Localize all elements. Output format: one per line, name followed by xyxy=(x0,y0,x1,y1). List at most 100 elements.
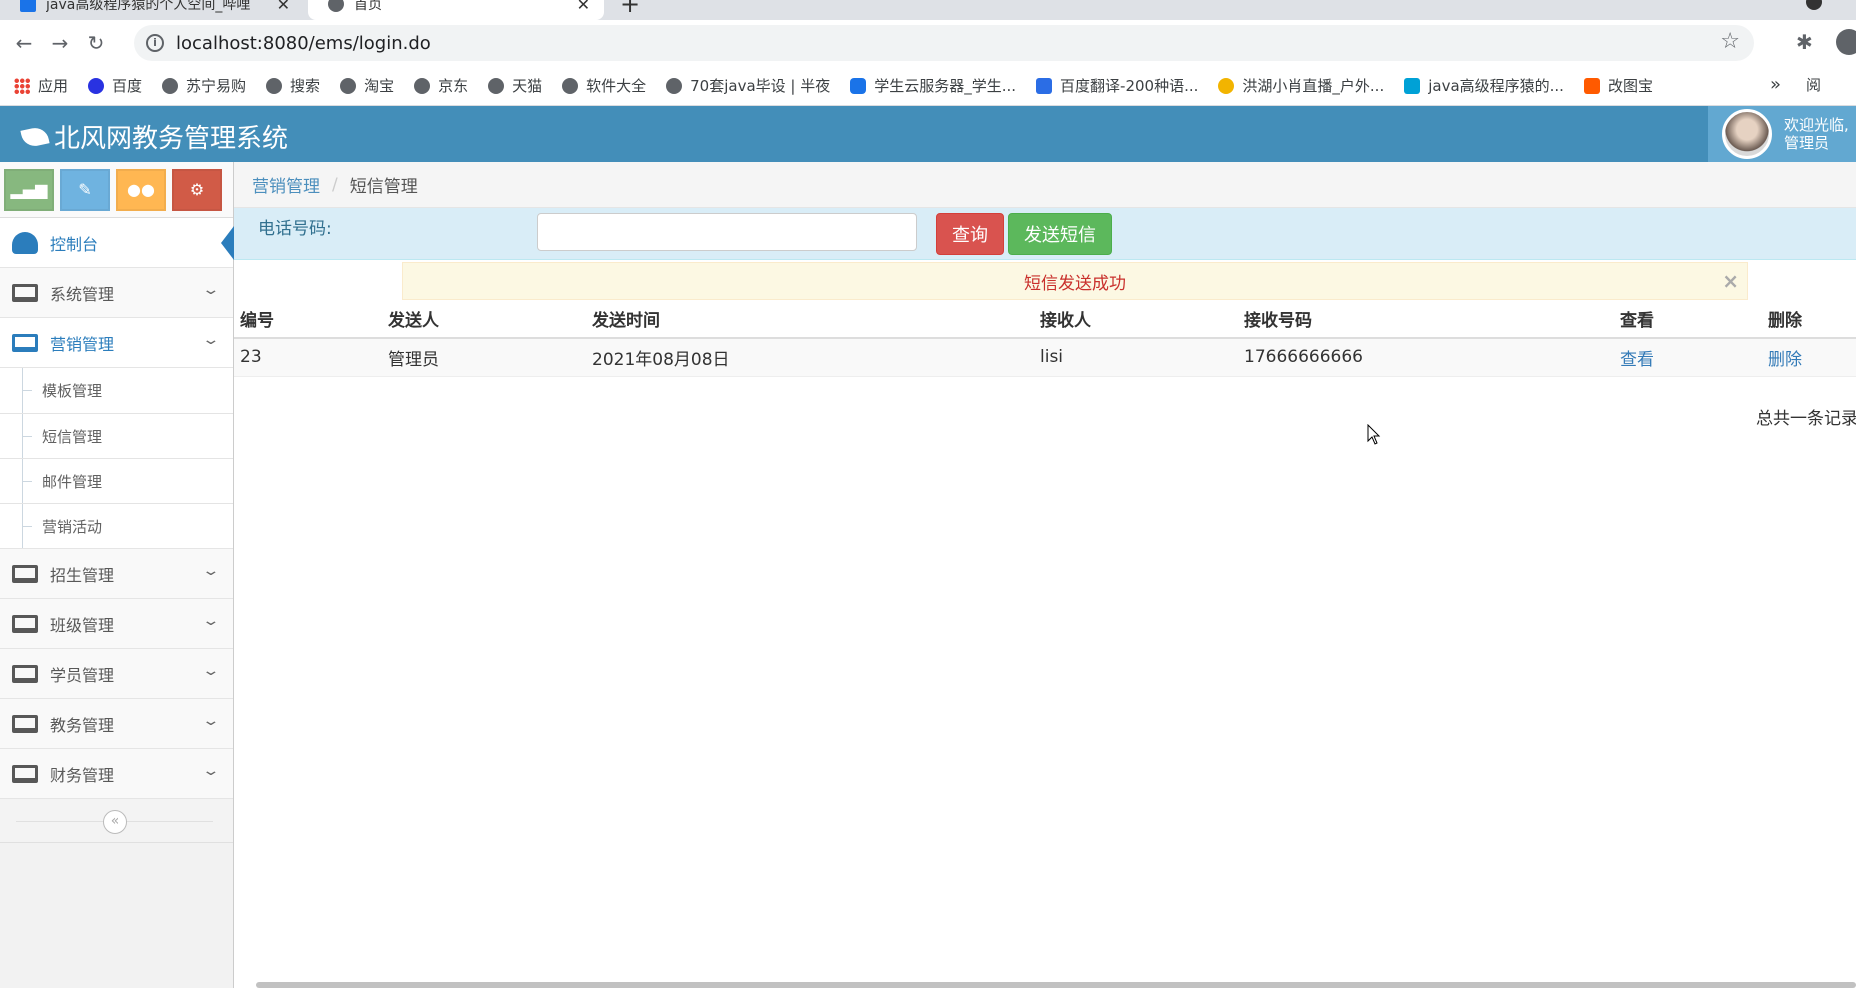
desktop-icon xyxy=(12,714,38,733)
bookmark-item[interactable]: 苏宁易购 xyxy=(162,75,246,96)
users-icon[interactable]: ●● xyxy=(116,168,166,211)
close-tab-icon[interactable]: ✕ xyxy=(577,0,590,14)
bookmark-item[interactable]: 百度 xyxy=(88,75,142,96)
chevron-down-icon: ⌄ xyxy=(201,282,221,298)
bookmark-item[interactable]: 70套java毕设 | 半夜 xyxy=(666,75,830,96)
close-icon[interactable]: × xyxy=(1722,269,1739,293)
bookmark-label: 洪湖小肖直播_户外... xyxy=(1242,77,1385,95)
sidebar-item-label: 招生管理 xyxy=(50,565,115,585)
globe-icon xyxy=(488,77,505,94)
browser-tab-1[interactable]: java高级程序猿的个人空间_哔哩 ✕ xyxy=(0,0,304,20)
forward-icon[interactable]: → xyxy=(42,31,78,55)
phone-input[interactable] xyxy=(537,213,917,251)
signal-icon[interactable]: ▂▄▆ xyxy=(4,168,54,211)
browser-tab-2[interactable]: 首页 ✕ xyxy=(308,0,604,20)
user-name: 管理员 xyxy=(1784,134,1830,152)
view-link[interactable]: 查看 xyxy=(1620,350,1654,370)
sidebar-item-menu[interactable]: 财务管理 ⌄ xyxy=(0,749,233,799)
account-icon[interactable] xyxy=(1806,0,1822,10)
bookmark-label: 软件大全 xyxy=(586,77,647,95)
alert-message: 短信发送成功 xyxy=(1024,273,1126,294)
sidebar: ▂▄▆ ✎ ●● ⚙ 控制台 系统管理 ⌄ 营销管理 ⌄ 模板管理 短信管理 邮件管理 营销活… xyxy=(0,162,234,988)
paw-icon xyxy=(88,77,105,94)
bookmarks-more-icon[interactable]: » xyxy=(1770,74,1781,95)
horizontal-scrollbar[interactable] xyxy=(256,982,1856,988)
submenu-item[interactable]: 短信管理 xyxy=(0,413,233,458)
cogs-icon[interactable]: ⚙ xyxy=(172,168,222,211)
chevron-down-icon: ⌄ xyxy=(201,663,221,679)
sidebar-item-label: 班级管理 xyxy=(50,615,115,635)
close-tab-icon[interactable]: ✕ xyxy=(277,0,290,14)
bookmark-item[interactable]: 学生云服务器_学生... xyxy=(850,75,1016,96)
bookmark-item[interactable]: 搜索 xyxy=(266,75,320,96)
record-count: 总共一条记录 xyxy=(1756,409,1856,429)
leaf-icon xyxy=(20,124,50,149)
sidebar-item-menu[interactable]: 营销管理 ⌄ xyxy=(0,318,233,368)
app-brand[interactable]: 北风网教务管理系统 xyxy=(20,118,289,155)
success-alert: 短信发送成功 × xyxy=(402,262,1748,300)
bookmark-label: 京东 xyxy=(438,77,469,95)
bookmark-item[interactable]: 百度翻译-200种语... xyxy=(1036,75,1198,96)
avatar xyxy=(1722,109,1772,159)
sidebar-collapse-bar: « xyxy=(0,799,233,843)
reading-list-icon[interactable]: 阅 xyxy=(1806,74,1821,95)
bookmark-item[interactable]: 应用 xyxy=(14,75,68,96)
bookmark-item[interactable]: 改图宝 xyxy=(1583,75,1653,96)
sidebar-item-label: 教务管理 xyxy=(50,715,115,735)
reload-icon[interactable]: ↻ xyxy=(78,31,114,55)
submenu-item[interactable]: 模板管理 xyxy=(0,368,233,413)
bookmark-item[interactable]: 天猫 xyxy=(488,75,542,96)
delete-link[interactable]: 删除 xyxy=(1768,350,1802,370)
bookmark-label: java高级程序猿的... xyxy=(1428,77,1564,95)
url-text: localhost:8080/ems/login.do xyxy=(176,32,431,54)
profile-icon[interactable] xyxy=(1836,29,1856,55)
column-header: 删除 xyxy=(1762,300,1856,339)
bookmark-item[interactable]: java高级程序猿的... xyxy=(1404,75,1564,96)
bookmark-label: 学生云服务器_学生... xyxy=(874,77,1017,95)
app-title: 北风网教务管理系统 xyxy=(54,124,289,154)
query-button[interactable]: 查询 xyxy=(936,213,1004,255)
sidebar-item-menu[interactable]: 招生管理 ⌄ xyxy=(0,549,233,599)
submenu-item[interactable]: 邮件管理 xyxy=(0,458,233,503)
extensions-icon[interactable]: ✱ xyxy=(1796,30,1813,54)
sidebar-item-label: 学员管理 xyxy=(50,665,115,685)
sidebar-item-dashboard[interactable]: 控制台 xyxy=(0,218,234,268)
column-header: 查看 xyxy=(1614,300,1762,339)
bookmark-label: 百度 xyxy=(112,77,143,95)
bookmark-star-icon[interactable]: ☆ xyxy=(1720,29,1740,54)
sidebar-item-menu[interactable]: 班级管理 ⌄ xyxy=(0,599,233,649)
pencil-icon[interactable]: ✎ xyxy=(60,168,110,211)
globe-icon xyxy=(162,77,179,94)
collapse-sidebar-icon[interactable]: « xyxy=(103,810,127,834)
apps-grid-icon xyxy=(14,77,30,94)
new-tab-icon[interactable]: + xyxy=(620,0,640,18)
dashboard-icon xyxy=(12,231,38,254)
bilibili-icon xyxy=(20,0,36,12)
send-sms-button[interactable]: 发送短信 xyxy=(1008,213,1112,255)
sidebar-item-label: 系统管理 xyxy=(50,284,115,304)
address-bar[interactable]: i localhost:8080/ems/login.do ☆ xyxy=(134,25,1754,61)
bookmark-label: 百度翻译-200种语... xyxy=(1060,77,1199,95)
table-cell: 23 xyxy=(234,338,382,377)
user-menu[interactable]: 欢迎光临, 管理员 xyxy=(1708,106,1856,162)
sidebar-item-menu[interactable]: 学员管理 ⌄ xyxy=(0,649,233,699)
breadcrumb-parent[interactable]: 营销管理 xyxy=(252,172,320,197)
bookmark-item[interactable]: 软件大全 xyxy=(562,75,646,96)
bookmark-item[interactable]: 淘宝 xyxy=(340,75,394,96)
sidebar-item-menu[interactable]: 教务管理 ⌄ xyxy=(0,699,233,749)
desktop-icon xyxy=(12,283,38,302)
browser-toolbar: ← → ↻ i localhost:8080/ems/login.do ☆ ✱ xyxy=(0,20,1856,66)
column-header: 接收人 xyxy=(1034,300,1238,339)
bookmark-item[interactable]: 洪湖小肖直播_户外... xyxy=(1218,75,1384,96)
submenu-item[interactable]: 营销活动 xyxy=(0,503,233,548)
sidebar-item-menu[interactable]: 系统管理 ⌄ xyxy=(0,268,233,318)
globe-icon xyxy=(562,77,579,94)
column-header: 接收号码 xyxy=(1238,300,1614,339)
chevron-down-icon: ⌄ xyxy=(201,332,221,348)
bookmark-label: 搜索 xyxy=(290,77,321,95)
globe-icon xyxy=(666,77,683,94)
back-icon[interactable]: ← xyxy=(6,31,42,55)
info-icon[interactable]: i xyxy=(146,34,164,52)
desktop-icon xyxy=(12,764,38,783)
bookmark-item[interactable]: 京东 xyxy=(414,75,468,96)
